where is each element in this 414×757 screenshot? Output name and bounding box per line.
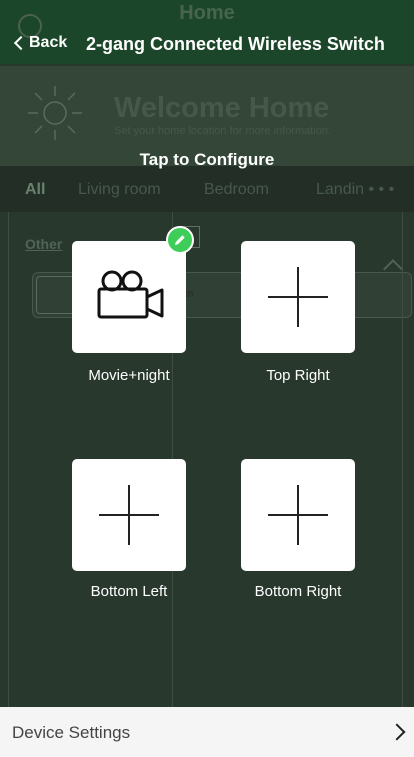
edit-button[interactable] xyxy=(166,226,194,254)
back-label: Back xyxy=(29,34,68,51)
configure-instruction: Tap to Configure xyxy=(139,150,275,169)
pencil-icon xyxy=(175,235,185,245)
device-settings-row[interactable]: Device Settings xyxy=(0,707,414,757)
tile-bottom-left[interactable] xyxy=(72,459,186,571)
tile-label-bottom-left: Bottom Left xyxy=(90,583,168,600)
back-button[interactable]: Back xyxy=(12,34,67,52)
tile-label-bottom-right: Bottom Right xyxy=(254,583,342,600)
page-title: 2-gang Connected Wireless Switch xyxy=(86,34,385,54)
video-camera-icon xyxy=(97,270,164,319)
tile-top-left[interactable] xyxy=(72,241,186,353)
tile-label-top-right: Top Right xyxy=(266,367,330,384)
chevron-left-icon xyxy=(13,35,29,51)
tile-top-right[interactable] xyxy=(241,241,355,353)
chevron-right-icon xyxy=(388,723,406,741)
tile-bottom-right[interactable] xyxy=(241,459,355,571)
device-settings-label: Device Settings xyxy=(12,723,131,742)
tile-label-top-left: Movie+night xyxy=(88,367,170,384)
top-bar: Back 2-gang Connected Wireless Switch xyxy=(0,20,414,68)
